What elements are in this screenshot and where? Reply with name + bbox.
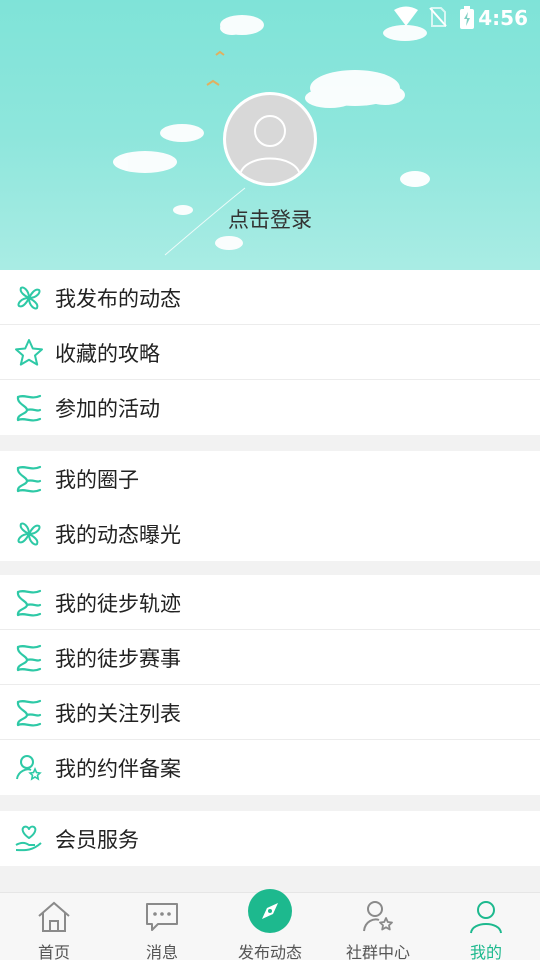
menu-item-label: 我发布的动态 [55,286,181,311]
menu-item-label: 参加的活动 [55,396,160,421]
flag-icon [13,587,45,619]
menu-group-circle: 我的圈子 我的动态曝光 [0,451,540,561]
nav-label: 首页 [37,943,70,960]
default-avatar-icon [239,115,301,176]
profile-screen: 4:56 点击登录 我发布的动态 收藏的攻略 参加的活动 我的圈子 我的动态曝光… [0,0,540,960]
menu-group-membership: 会员服务 [0,811,540,866]
flag-icon [13,642,45,674]
menu-item-hiking-races[interactable]: 我的徒步赛事 [0,630,540,685]
nav-label: 社群中心 [345,943,410,960]
menu-item-joined-events[interactable]: 参加的活动 [0,380,540,435]
wifi-icon [394,6,418,26]
star-icon [13,337,45,369]
nav-publish[interactable]: 发布动态 [216,889,324,960]
menu-item-companion-records[interactable]: 我的约伴备案 [0,740,540,795]
compass-icon [262,903,278,919]
menu-item-hiking-tracks[interactable]: 我的徒步轨迹 [0,575,540,630]
menu-item-following-list[interactable]: 我的关注列表 [0,685,540,740]
nav-home[interactable]: 首页 [0,893,108,960]
nav-community[interactable]: 社群中心 [324,893,432,960]
no-sim-icon [429,7,447,27]
flag-icon [13,697,45,729]
menu-item-my-posts[interactable]: 我发布的动态 [0,270,540,325]
menu-item-my-circle[interactable]: 我的圈子 [0,451,540,506]
menu-item-post-exposure[interactable]: 我的动态曝光 [0,506,540,561]
status-bar: 4:56 [0,0,540,36]
profile-header: 4:56 点击登录 [0,0,540,270]
menu-item-label: 我的徒步轨迹 [55,591,181,616]
nav-label: 我的 [469,943,502,960]
menu-item-label: 我的关注列表 [55,701,181,726]
avatar[interactable] [223,92,317,186]
heart-hand-icon [13,823,45,855]
menu-item-saved-guides[interactable]: 收藏的攻略 [0,325,540,380]
nav-label: 消息 [145,943,178,960]
message-icon [146,903,178,931]
user-icon [470,901,502,934]
flag-icon [13,392,45,424]
flag-icon [13,463,45,495]
bottom-navigation: 首页 消息 发布动态 社群中心 我的 [0,889,540,960]
battery-charging-icon [460,6,474,29]
nav-messages[interactable]: 消息 [108,893,216,960]
menu-item-membership[interactable]: 会员服务 [0,811,540,866]
nav-mine[interactable]: 我的 [432,893,540,960]
menu-group-activity: 我发布的动态 收藏的攻略 参加的活动 [0,270,540,435]
user-star-icon [13,752,45,784]
publish-button[interactable] [248,889,292,933]
menu-group-hiking: 我的徒步轨迹 我的徒步赛事 我的关注列表 我的约伴备案 [0,575,540,795]
login-link[interactable]: 点击登录 [0,204,540,234]
menu-item-label: 我的徒步赛事 [55,646,181,671]
status-time: 4:56 [478,6,528,30]
menu-item-label: 我的动态曝光 [55,522,181,547]
pinwheel-icon [13,518,45,550]
menu-item-label: 会员服务 [55,827,139,852]
menu-item-label: 我的圈子 [55,467,139,492]
nav-label: 发布动态 [237,943,302,960]
home-icon [38,901,70,932]
pinwheel-icon [13,282,45,314]
community-icon [363,901,393,932]
menu-item-label: 我的约伴备案 [55,756,181,781]
menu-item-label: 收藏的攻略 [55,341,160,366]
